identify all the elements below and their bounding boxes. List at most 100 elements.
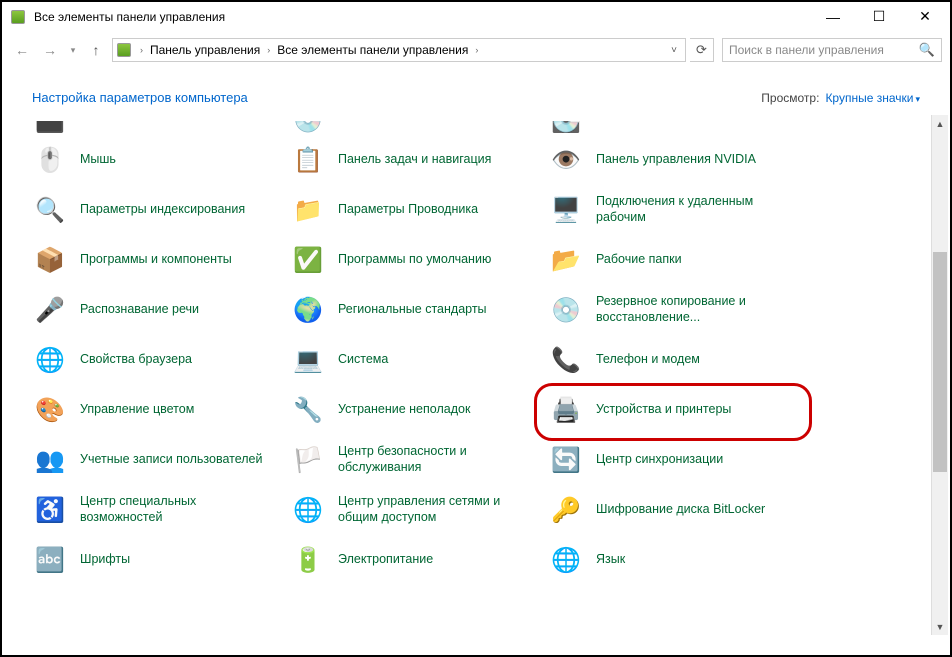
toolbar: ← → ▾ ↑ › Панель управления › Все элемен… <box>2 32 950 68</box>
control-panel-item-language[interactable]: 🌐 Язык <box>548 535 798 585</box>
control-panel-item-devices-printers[interactable]: 🖨️Устройства и принтеры <box>548 385 798 435</box>
maximize-button[interactable]: ☐ <box>856 2 902 32</box>
page-title: Настройка параметров компьютера <box>32 90 761 105</box>
control-panel-item-speech[interactable]: 🎤Распознавание речи <box>32 285 282 335</box>
control-panel-item-bitlocker[interactable]: 🔑Шифрование диска BitLocker <box>548 485 798 535</box>
breadcrumb-seg-2[interactable]: Все элементы панели управления <box>273 43 472 57</box>
scroll-track[interactable] <box>932 132 948 618</box>
control-panel-icon <box>10 9 26 25</box>
view-label: Просмотр: <box>761 91 819 105</box>
breadcrumb[interactable]: › Панель управления › Все элементы панел… <box>112 38 686 62</box>
chevron-down-icon: ▾ <box>915 94 920 104</box>
control-panel-item-explorer[interactable]: 📁Параметры Проводника <box>290 185 540 235</box>
item-label: Язык <box>596 552 625 568</box>
up-button[interactable]: ↑ <box>84 38 108 62</box>
control-panel-item-fonts[interactable]: 🔤Шрифты <box>32 535 282 585</box>
control-panel-item-phone[interactable]: 📞Телефон и модем <box>548 335 798 385</box>
view-mode-text: Крупные значки <box>825 91 913 105</box>
search-placeholder: Поиск в панели управления <box>729 43 919 57</box>
battery-icon: 🔋 <box>290 542 326 578</box>
scroll-thumb[interactable] <box>933 252 947 472</box>
control-panel-item-nvidia[interactable]: 👁️ Панель управления NVIDIA <box>548 135 798 185</box>
item-label: Панель задач и навигация <box>338 152 491 168</box>
item-label: Устранение неполадок <box>338 402 470 418</box>
refresh-button[interactable]: ⟳ <box>690 38 714 62</box>
item-label: Управление цветом <box>80 402 194 418</box>
control-panel-item-indexing[interactable]: 🔍Параметры индексирования <box>32 185 282 235</box>
nvidia-icon: 👁️ <box>548 142 584 178</box>
column-1: ⬛ 🖱️Мышь 🔍Параметры индексирования 📦Прог… <box>32 115 282 585</box>
control-panel-item-accessibility[interactable]: ♿Центр специальных возможностей <box>32 485 282 535</box>
chevron-right-icon[interactable]: › <box>264 45 273 55</box>
item-label: Учетные записи пользователей <box>80 452 263 468</box>
window-title: Все элементы панели управления <box>34 10 810 24</box>
flag-icon: 🏳️ <box>290 442 326 478</box>
mouse-icon: 🖱️ <box>32 142 68 178</box>
control-panel-item-network[interactable]: 🌐Центр управления сетями и общим доступо… <box>290 485 540 535</box>
control-panel-item-system[interactable]: 💻Система <box>290 335 540 385</box>
forward-button[interactable]: → <box>38 38 62 62</box>
minimize-button[interactable]: — <box>810 2 856 32</box>
item-label: Рабочие папки <box>596 252 682 268</box>
control-panel-item-users[interactable]: 👥 Учетные записи пользователей <box>32 435 282 485</box>
item-label: Программы по умолчанию <box>338 252 491 268</box>
item-label: Центр безопасности и обслуживания <box>338 444 532 475</box>
control-panel-item-defaults[interactable]: ✅Программы по умолчанию <box>290 235 540 285</box>
control-panel-item-region[interactable]: 🌍Региональные стандарты <box>290 285 540 335</box>
column-2: 💿 📋 Панель задач и навигация 📁Параметры П… <box>290 115 540 585</box>
item-label: Параметры индексирования <box>80 202 245 218</box>
control-panel-item[interactable]: 💿 <box>290 115 540 135</box>
control-panel-item-backup[interactable]: 💿Резервное копирование и восстановление.… <box>548 285 798 335</box>
item-icon: 💿 <box>290 121 326 135</box>
sync-icon: 🔄 <box>548 442 584 478</box>
items-grid: ⬛ 🖱️Мышь 🔍Параметры индексирования 📦Прог… <box>32 115 920 635</box>
control-panel-item-color[interactable]: 🎨 Управление цветом <box>32 385 282 435</box>
control-panel-item-programs[interactable]: 📦Программы и компоненты <box>32 235 282 285</box>
item-label: Подключения к удаленным рабочим <box>596 194 790 225</box>
item-label: Устройства и принтеры <box>596 402 731 418</box>
vertical-scrollbar[interactable]: ▲ ▼ <box>931 115 948 635</box>
remote-icon: 🖥️ <box>548 192 584 228</box>
item-label: Панель управления NVIDIA <box>596 152 756 168</box>
item-icon: 💽 <box>548 121 584 135</box>
scroll-down-button[interactable]: ▼ <box>932 618 948 635</box>
control-panel-item-internet[interactable]: 🌐Свойства браузера <box>32 335 282 385</box>
history-dropdown[interactable]: ▾ <box>66 45 80 56</box>
item-label: Центр специальных возможностей <box>80 494 274 525</box>
control-panel-item-power[interactable]: 🔋Электропитание <box>290 535 540 585</box>
view-mode-dropdown[interactable]: Крупные значки▾ <box>825 91 920 105</box>
taskbar-icon: 📋 <box>290 142 326 178</box>
page-header: Настройка параметров компьютера Просмотр… <box>2 68 950 115</box>
titlebar: Все элементы панели управления — ☐ ✕ <box>2 2 950 32</box>
control-panel-item[interactable]: ⬛ <box>32 115 282 135</box>
scroll-up-button[interactable]: ▲ <box>932 115 948 132</box>
item-label: Система <box>338 352 388 368</box>
chevron-right-icon[interactable]: › <box>472 45 481 55</box>
content-area: ⬛ 🖱️Мышь 🔍Параметры индексирования 📦Прог… <box>2 115 950 635</box>
item-label: Параметры Проводника <box>338 202 478 218</box>
control-panel-item-troubleshoot[interactable]: 🔧 Устранение неполадок <box>290 385 540 435</box>
breadcrumb-seg-1[interactable]: Панель управления <box>146 43 264 57</box>
wrench-icon: 🔧 <box>290 392 326 428</box>
control-panel-item-workfolders[interactable]: 📂Рабочие папки <box>548 235 798 285</box>
palette-icon: 🎨 <box>32 392 68 428</box>
control-panel-item-mouse[interactable]: 🖱️Мышь <box>32 135 282 185</box>
control-panel-icon <box>115 41 133 59</box>
close-button[interactable]: ✕ <box>902 2 948 32</box>
network-icon: 🌐 <box>290 492 326 528</box>
users-icon: 👥 <box>32 442 68 478</box>
control-panel-item-taskbar[interactable]: 📋 Панель задач и навигация <box>290 135 540 185</box>
control-panel-item-sync[interactable]: 🔄Центр синхронизации <box>548 435 798 485</box>
item-icon: ⬛ <box>32 121 68 135</box>
control-panel-item[interactable]: 💽 <box>548 115 798 135</box>
control-panel-item-security[interactable]: 🏳️ Центр безопасности и обслуживания <box>290 435 540 485</box>
search-input[interactable]: Поиск в панели управления 🔍 <box>722 38 942 62</box>
chevron-right-icon[interactable]: › <box>137 45 146 55</box>
column-3: 💽 👁️ Панель управления NVIDIA 🖥️ Подключен… <box>548 115 798 585</box>
back-button[interactable]: ← <box>10 38 34 62</box>
globe-icon: 🌐 <box>32 342 68 378</box>
control-panel-item-remote[interactable]: 🖥️ Подключения к удаленным рабочим <box>548 185 798 235</box>
breadcrumb-dropdown[interactable]: ˅ <box>665 45 683 56</box>
language-icon: 🌐 <box>548 542 584 578</box>
package-icon: 📦 <box>32 242 68 278</box>
